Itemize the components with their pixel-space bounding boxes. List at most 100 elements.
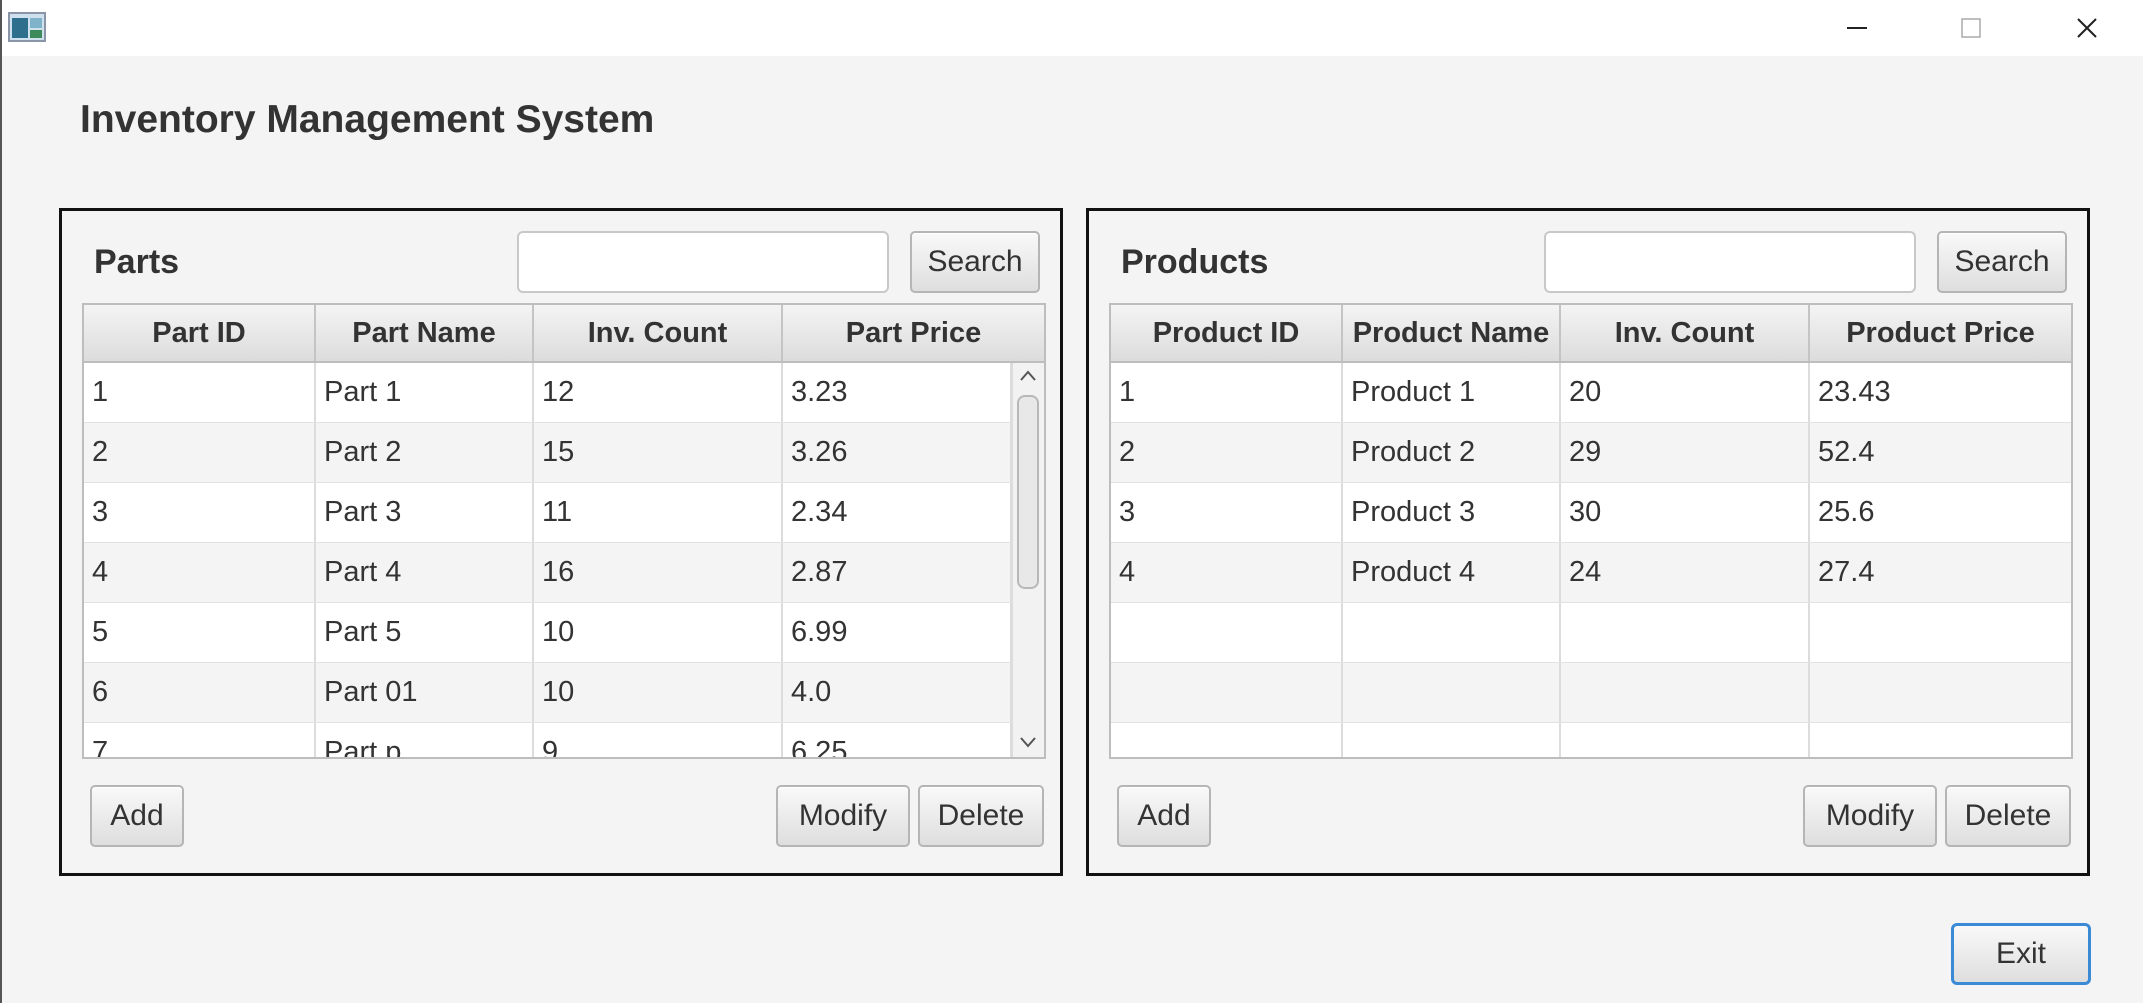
products-table-header: Product ID Product Name Inv. Count Produ…	[1111, 305, 2071, 363]
table-row[interactable]: 2 Part 2 15 3.26	[84, 423, 1044, 483]
inv-count-cell: 12	[534, 363, 783, 422]
table-row[interactable]	[1111, 723, 2071, 757]
products-search-input[interactable]	[1544, 231, 1916, 293]
part-name-cell: Part 01	[316, 663, 534, 722]
page-title: Inventory Management System	[80, 98, 655, 141]
product-price-cell	[1810, 723, 2071, 757]
table-row[interactable]: 3 Part 3 11 2.34	[84, 483, 1044, 543]
product-price-cell: 23.43	[1818, 376, 1891, 408]
part-name-cell: Part 2	[316, 423, 534, 482]
table-row[interactable]: 7 Part p 9 6.25	[84, 723, 1044, 757]
product-id-cell: 4	[1111, 543, 1343, 602]
part-id-cell: 5	[84, 603, 316, 662]
add-part-button[interactable]: Add	[90, 785, 184, 847]
inv-count-cell: 9	[534, 723, 783, 757]
minimize-icon	[1847, 27, 1867, 29]
product-id-cell: 2	[1111, 423, 1343, 482]
part-id-cell: 6	[84, 663, 316, 722]
column-header-part-name[interactable]: Part Name	[316, 305, 534, 361]
part-price-cell: 6.99	[783, 603, 1012, 662]
table-row[interactable]: 1 Part 1 12 3.23	[84, 363, 1044, 423]
inv-count-cell: 10	[534, 663, 783, 722]
table-row[interactable]: 3 Product 3 30 25.6	[1111, 483, 2071, 543]
part-id-cell: 1	[84, 363, 316, 422]
parts-table[interactable]: Part ID Part Name Inv. Count Part Price …	[82, 303, 1046, 759]
table-row[interactable]: 6 Part 01 10 4.0	[84, 663, 1044, 723]
product-id-cell	[1111, 603, 1343, 662]
scroll-thumb[interactable]	[1017, 395, 1039, 589]
product-price-cell	[1810, 663, 2071, 722]
exit-button[interactable]: Exit	[1951, 923, 2091, 985]
column-header-inv-count[interactable]: Inv. Count	[534, 305, 783, 361]
inv-count-cell: 10	[534, 603, 783, 662]
column-header-product-price[interactable]: Product Price	[1810, 305, 2071, 361]
product-price-cell	[1810, 603, 2071, 662]
part-name-cell: Part 5	[316, 603, 534, 662]
table-row[interactable]	[1111, 603, 2071, 663]
part-name-cell: Part 3	[316, 483, 534, 542]
part-id-cell: 3	[84, 483, 316, 542]
scroll-up-icon[interactable]	[1019, 369, 1037, 383]
maximize-icon	[1961, 18, 1981, 38]
part-id-cell: 7	[84, 723, 316, 757]
part-price-cell: 3.26	[783, 423, 1012, 482]
scroll-down-icon[interactable]	[1019, 735, 1037, 749]
table-row[interactable]: 1 Product 1 20 23.43	[1111, 363, 2071, 423]
product-name-cell: Product 2	[1343, 423, 1561, 482]
product-id-cell: 1	[1111, 363, 1343, 422]
column-header-part-id[interactable]: Part ID	[84, 305, 316, 361]
product-id-cell	[1111, 723, 1343, 757]
inv-count-cell	[1561, 603, 1810, 662]
product-id-cell: 3	[1111, 483, 1343, 542]
products-title: Products	[1121, 243, 1269, 281]
part-price-cell: 6.25	[783, 723, 1012, 757]
product-price-cell: 52.4	[1818, 436, 1875, 468]
table-row[interactable]: 4 Part 4 16 2.87	[84, 543, 1044, 603]
products-search-button[interactable]: Search	[1937, 231, 2067, 293]
inv-count-cell	[1561, 663, 1810, 722]
parts-panel: Parts Search Part ID Part Name Inv. Coun…	[59, 208, 1063, 876]
maximize-button[interactable]	[1916, 0, 2026, 56]
table-row[interactable]: 5 Part 5 10 6.99	[84, 603, 1044, 663]
product-price-cell: 27.4	[1818, 556, 1875, 588]
part-name-cell: Part 1	[316, 363, 534, 422]
products-table[interactable]: Product ID Product Name Inv. Count Produ…	[1109, 303, 2073, 759]
parts-scrollbar[interactable]	[1012, 363, 1044, 757]
parts-search-button[interactable]: Search	[910, 231, 1040, 293]
modify-part-button[interactable]: Modify	[776, 785, 910, 847]
minimize-button[interactable]	[1802, 0, 1912, 56]
product-name-cell: Product 1	[1343, 363, 1561, 422]
column-header-part-price[interactable]: Part Price	[783, 305, 1044, 361]
product-name-cell	[1343, 723, 1561, 757]
table-row[interactable]: 4 Product 4 24 27.4	[1111, 543, 2071, 603]
column-header-inv-count[interactable]: Inv. Count	[1561, 305, 1810, 361]
title-bar	[2, 0, 2143, 56]
inv-count-cell: 15	[534, 423, 783, 482]
part-price-cell: 4.0	[783, 663, 1012, 722]
part-name-cell: Part 4	[316, 543, 534, 602]
table-row[interactable]: 2 Product 2 29 52.4	[1111, 423, 2071, 483]
part-name-cell: Part p	[316, 723, 534, 757]
inv-count-cell: 24	[1561, 543, 1810, 602]
parts-title: Parts	[94, 243, 180, 281]
inv-count-cell: 20	[1561, 363, 1810, 422]
delete-part-button[interactable]: Delete	[918, 785, 1044, 847]
products-panel: Products Search Product ID Product Name …	[1086, 208, 2090, 876]
add-product-button[interactable]: Add	[1117, 785, 1211, 847]
modify-product-button[interactable]: Modify	[1803, 785, 1937, 847]
products-table-body: 1 Product 1 20 23.43 2 Product 2 29 52.4…	[1111, 363, 2071, 757]
product-price-cell: 25.6	[1818, 496, 1875, 528]
inv-count-cell: 29	[1561, 423, 1810, 482]
inv-count-cell: 30	[1561, 483, 1810, 542]
table-row[interactable]	[1111, 663, 2071, 723]
delete-product-button[interactable]: Delete	[1945, 785, 2071, 847]
main-window: Inventory Management System Parts Search…	[0, 0, 2143, 1003]
parts-search-input[interactable]	[517, 231, 889, 293]
part-id-cell: 2	[84, 423, 316, 482]
close-icon	[2077, 18, 2097, 38]
column-header-product-id[interactable]: Product ID	[1111, 305, 1343, 361]
product-name-cell: Product 3	[1343, 483, 1561, 542]
inv-count-cell: 11	[534, 483, 783, 542]
close-button[interactable]	[2032, 0, 2142, 56]
column-header-product-name[interactable]: Product Name	[1343, 305, 1561, 361]
